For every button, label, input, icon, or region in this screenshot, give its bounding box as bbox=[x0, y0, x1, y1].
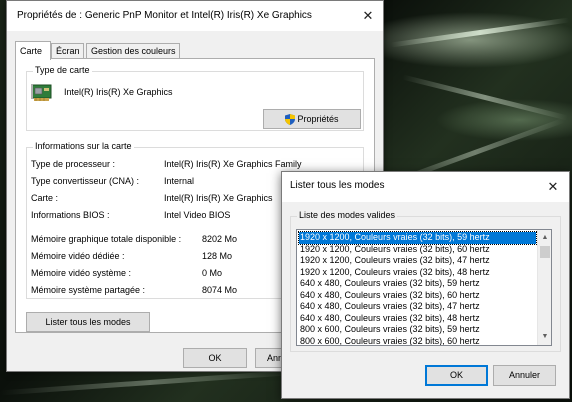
modes-scrollbar[interactable]: ▲ ▼ bbox=[537, 230, 551, 345]
dialog-ok-button[interactable]: OK bbox=[425, 365, 488, 386]
adapter-properties-button[interactable]: Propriétés bbox=[263, 109, 361, 129]
scroll-thumb[interactable] bbox=[540, 246, 550, 258]
properties-titlebar[interactable]: Propriétés de : Generic PnP Monitor et I… bbox=[7, 1, 383, 31]
scroll-up-icon[interactable]: ▲ bbox=[538, 231, 551, 245]
modes-listbox[interactable]: 1920 x 1200, Couleurs vraies (32 bits), … bbox=[296, 229, 552, 346]
mode-item[interactable]: 800 x 600, Couleurs vraies (32 bits), 59… bbox=[299, 324, 536, 336]
dedicated-video-memory-label: Mémoire vidéo dédiée : bbox=[31, 251, 125, 261]
adapter-info-group-label: Informations sur la carte bbox=[33, 141, 134, 151]
tab-ecran[interactable]: Écran bbox=[51, 43, 84, 59]
mode-item[interactable]: 1920 x 1200, Couleurs vraies (32 bits), … bbox=[298, 231, 537, 245]
mode-item[interactable]: 1920 x 1200, Couleurs vraies (32 bits), … bbox=[299, 267, 536, 279]
ok-button[interactable]: OK bbox=[183, 348, 247, 368]
processor-type-value: Intel(R) Iris(R) Xe Graphics Family bbox=[164, 159, 302, 169]
mode-item[interactable]: 1920 x 1200, Couleurs vraies (32 bits), … bbox=[299, 255, 536, 267]
graphics-card-icon bbox=[31, 81, 53, 103]
total-graphics-memory-label: Mémoire graphique totale disponible : bbox=[31, 234, 182, 244]
adapter-properties-label: Propriétés bbox=[297, 114, 339, 124]
bios-info-label: Informations BIOS : bbox=[31, 210, 110, 220]
system-video-memory-label: Mémoire vidéo système : bbox=[31, 268, 132, 278]
adapter-type-group: Type de carte Intel(R) Iris(R) Xe Graphi… bbox=[26, 65, 364, 131]
bios-info-value: Intel Video BIOS bbox=[164, 210, 231, 220]
uac-shield-icon bbox=[285, 113, 296, 126]
list-all-modes-button[interactable]: Lister tous les modes bbox=[26, 312, 150, 332]
adapter-name: Intel(R) Iris(R) Xe Graphics bbox=[64, 87, 173, 97]
shared-system-memory-label: Mémoire système partagée : bbox=[31, 285, 146, 295]
mode-item[interactable]: 640 x 480, Couleurs vraies (32 bits), 59… bbox=[299, 278, 536, 290]
dac-type-value: Internal bbox=[164, 176, 195, 186]
adapter-string-value: Intel(R) Iris(R) Xe Graphics bbox=[164, 193, 273, 203]
mode-item[interactable]: 640 x 480, Couleurs vraies (32 bits), 60… bbox=[299, 290, 536, 302]
adapter-string-label: Carte : bbox=[31, 193, 59, 203]
scroll-down-icon[interactable]: ▼ bbox=[538, 330, 551, 344]
total-graphics-memory-value: 8202 Mo bbox=[202, 234, 238, 244]
adapter-type-group-label: Type de carte bbox=[33, 65, 92, 75]
mode-item[interactable]: 800 x 600, Couleurs vraies (32 bits), 60… bbox=[299, 336, 536, 346]
mode-item[interactable]: 640 x 480, Couleurs vraies (32 bits), 47… bbox=[299, 301, 536, 313]
tab-carte[interactable]: Carte bbox=[15, 41, 51, 60]
dialog-cancel-button[interactable]: Annuler bbox=[493, 365, 556, 386]
tab-gestion-couleurs[interactable]: Gestion des couleurs bbox=[86, 43, 180, 59]
valid-modes-group-label: Liste des modes valides bbox=[297, 210, 398, 220]
processor-type-label: Type de processeur : bbox=[31, 159, 116, 169]
list-modes-titlebar[interactable]: Lister tous les modes ✕ bbox=[282, 172, 569, 202]
shared-system-memory-value: 8074 Mo bbox=[202, 285, 238, 295]
dedicated-video-memory-value: 128 Mo bbox=[202, 251, 233, 261]
dialog-title: Lister tous les modes bbox=[290, 180, 385, 191]
close-icon[interactable]: ✕ bbox=[353, 5, 383, 27]
close-icon[interactable]: ✕ bbox=[538, 176, 568, 198]
system-video-memory-value: 0 Mo bbox=[202, 268, 223, 278]
mode-item[interactable]: 640 x 480, Couleurs vraies (32 bits), 48… bbox=[299, 313, 536, 325]
window-title: Propriétés de : Generic PnP Monitor et I… bbox=[17, 10, 312, 21]
list-modes-dialog: Lister tous les modes ✕ Liste des modes … bbox=[281, 171, 570, 399]
dac-type-label: Type convertisseur (CNA) : bbox=[31, 176, 140, 186]
mode-item[interactable]: 1920 x 1200, Couleurs vraies (32 bits), … bbox=[299, 244, 536, 256]
